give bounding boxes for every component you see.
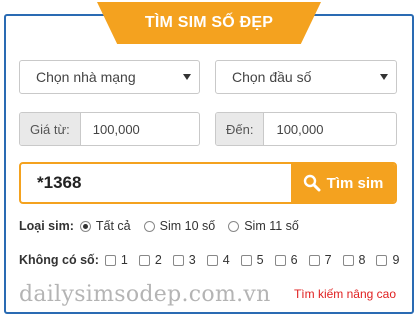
carrier-select-value: Chọn nhà mạng xyxy=(36,69,136,85)
exclude-digit-9[interactable]: 9 xyxy=(376,253,399,267)
exclude-digits-label: Không có số: xyxy=(19,253,99,267)
exclude-digit-8[interactable]: 8 xyxy=(342,253,366,267)
search-bar: *1368 Tìm sim xyxy=(19,162,397,204)
radio-icon xyxy=(228,220,240,232)
sim-type-option-label: Sim 10 số xyxy=(159,219,216,233)
chevron-down-icon xyxy=(380,74,388,80)
checkbox-icon xyxy=(274,254,286,266)
digit-label: 8 xyxy=(358,253,366,267)
sim-type-option-label: Tất cả xyxy=(95,219,131,233)
checkbox-icon xyxy=(308,254,320,266)
checkbox-icon xyxy=(376,254,388,266)
radio-selected-icon xyxy=(79,220,91,232)
advanced-search-link[interactable]: Tìm kiếm nâng cao xyxy=(294,287,396,301)
price-from-input[interactable]: 100,000 xyxy=(81,113,140,145)
sim-type-label: Loại sim: xyxy=(19,219,74,233)
carrier-select[interactable]: Chọn nhà mạng xyxy=(19,60,200,94)
digit-label: 4 xyxy=(222,253,230,267)
search-icon xyxy=(303,174,321,192)
exclude-digit-6[interactable]: 6 xyxy=(274,253,298,267)
sim-type-option-label: Sim 11 số xyxy=(244,219,299,233)
search-button-label: Tìm sim xyxy=(326,174,384,192)
digit-label: 5 xyxy=(256,253,264,267)
sim-type-option-10[interactable]: Sim 10 số xyxy=(143,219,216,233)
digit-label: 3 xyxy=(188,253,196,267)
prefix-select[interactable]: Chọn đầu số xyxy=(215,60,397,94)
sim-type-row: Loại sim: Tất cả Sim 10 số Sim 11 số xyxy=(19,219,312,233)
price-to-input[interactable]: 100,000 xyxy=(264,113,323,145)
exclude-digit-5[interactable]: 5 xyxy=(240,253,264,267)
exclude-digits-row: Không có số: 1 2 3 4 5 6 7 8 9 xyxy=(19,253,399,267)
sim-number-input[interactable]: *1368 xyxy=(21,164,291,202)
checkbox-icon xyxy=(206,254,218,266)
site-watermark: dailysimsodep.com.vn xyxy=(19,282,271,307)
exclude-digit-3[interactable]: 3 xyxy=(172,253,196,267)
checkbox-icon xyxy=(342,254,354,266)
digit-label: 1 xyxy=(120,253,128,267)
price-to-group: Đến: 100,000 xyxy=(215,112,397,146)
checkbox-icon xyxy=(104,254,116,266)
sim-type-option-11[interactable]: Sim 11 số xyxy=(228,219,299,233)
digit-label: 9 xyxy=(392,253,400,267)
radio-icon xyxy=(143,220,155,232)
exclude-digit-1[interactable]: 1 xyxy=(104,253,128,267)
price-to-label: Đến: xyxy=(216,113,265,145)
digit-label: 6 xyxy=(290,253,298,267)
panel-title: TÌM SIM SỐ ĐẸP xyxy=(97,2,321,44)
checkbox-icon xyxy=(172,254,184,266)
chevron-down-icon xyxy=(183,74,191,80)
search-button[interactable]: Tìm sim xyxy=(291,164,395,202)
exclude-digit-2[interactable]: 2 xyxy=(138,253,162,267)
digit-label: 2 xyxy=(154,253,162,267)
price-from-label: Giá từ: xyxy=(20,113,81,145)
sim-type-option-all[interactable]: Tất cả xyxy=(79,219,131,233)
digit-label: 7 xyxy=(324,253,332,267)
checkbox-icon xyxy=(240,254,252,266)
exclude-digit-4[interactable]: 4 xyxy=(206,253,230,267)
checkbox-icon xyxy=(138,254,150,266)
prefix-select-value: Chọn đầu số xyxy=(232,69,312,85)
price-from-group: Giá từ: 100,000 xyxy=(19,112,200,146)
exclude-digit-7[interactable]: 7 xyxy=(308,253,332,267)
